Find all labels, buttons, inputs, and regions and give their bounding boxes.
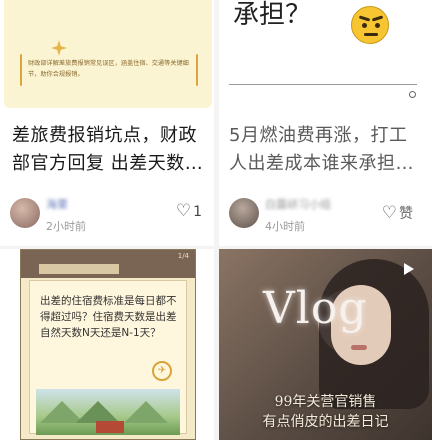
author-name[interactable]: 白露研习小组 bbox=[265, 196, 331, 212]
landscape-illustration bbox=[36, 389, 180, 435]
card-cover-image[interactable]: 1/4 出差的住宿费标准是每日都不得超过吗？住宿费天数是出差自然天数N天还是N-… bbox=[20, 249, 196, 440]
avatar[interactable] bbox=[10, 198, 40, 228]
plane-stamp-icon: ✈ bbox=[152, 361, 172, 381]
note-card-1[interactable]: 财政部详解差旅费报销常见误区，涵盖住宿、交通等关键细节，助你合规报销。 差旅费报… bbox=[0, 0, 214, 246]
note-card-3[interactable]: 1/4 出差的住宿费标准是每日都不得超过吗？住宿费天数是出差自然天数N天还是N-… bbox=[0, 249, 214, 440]
author-name[interactable]: 海栗 bbox=[46, 196, 68, 212]
card-meta: 海栗 2小时前 ♡ 1 bbox=[10, 194, 206, 236]
angry-face-icon bbox=[351, 6, 389, 44]
sparkle-icon bbox=[51, 40, 67, 56]
note-card-2[interactable]: 承担？ 5月燃油费再涨，打工人出差成本谁来承担… 白露研习小组 4小时前 ♡ 赞 bbox=[219, 0, 432, 246]
decorative-bar bbox=[196, 54, 198, 86]
play-icon[interactable] bbox=[404, 263, 414, 275]
cover-note-text: 财政部详解差旅费报销常见误区，涵盖住宿、交通等关键细节，助你合规报销。 bbox=[28, 60, 189, 78]
card-title[interactable]: 5月燃油费再涨，打工人出差成本谁来承担… bbox=[229, 122, 425, 178]
vlog-title: Vlog bbox=[263, 283, 368, 334]
avatar[interactable] bbox=[229, 198, 259, 228]
card-cover-image[interactable]: 承担？ bbox=[219, 0, 432, 108]
post-time: 4小时前 bbox=[265, 220, 305, 233]
caption-line-1: 99年关营官销售 bbox=[274, 394, 377, 410]
caption-line-2: 有点俏皮的出差日记 bbox=[262, 414, 389, 430]
cover-tag bbox=[39, 264, 119, 274]
card-cover-image[interactable]: 财政部详解差旅费报销常见误区，涵盖住宿、交通等关键细节，助你合规报销。 bbox=[4, 0, 212, 108]
card-meta: 白露研习小组 4小时前 ♡ 赞 bbox=[229, 194, 425, 236]
question-panel: 出差的住宿费标准是每日都不得超过吗？住宿费天数是出差自然天数N天还是N-1天？ … bbox=[29, 280, 187, 435]
page-indicator: 1/4 bbox=[177, 252, 189, 260]
heart-icon: ♡ bbox=[381, 202, 397, 223]
card-title[interactable]: 差旅费报销坑点，财政部官方回复 出差天数… bbox=[12, 122, 208, 178]
heart-icon: ♡ bbox=[175, 201, 192, 221]
cover-heading: 承担？ bbox=[233, 0, 312, 30]
divider bbox=[229, 84, 417, 85]
like-button[interactable]: ♡ 1 bbox=[176, 203, 202, 220]
like-label: 赞 bbox=[399, 206, 413, 222]
post-time: 2小时前 bbox=[46, 220, 86, 233]
portrait-lip bbox=[351, 345, 367, 350]
like-count: 1 bbox=[193, 203, 202, 220]
note-card-4[interactable]: Vlog 99年关营官销售 有点俏皮的出差日记 bbox=[219, 249, 432, 440]
like-button[interactable]: ♡ 赞 bbox=[382, 203, 413, 223]
decorative-bar bbox=[20, 54, 22, 86]
cover-question: 出差的住宿费标准是每日都不得超过吗？住宿费天数是出差自然天数N天还是N-1天？ bbox=[40, 295, 177, 339]
registered-mark-icon bbox=[409, 91, 416, 98]
video-cover-image[interactable]: Vlog 99年关营官销售 有点俏皮的出差日记 bbox=[219, 249, 432, 440]
